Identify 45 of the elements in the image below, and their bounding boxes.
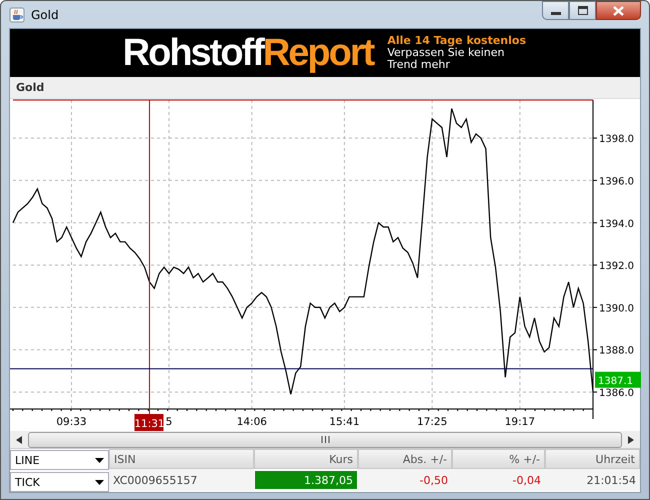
- axis-label: 17:25: [417, 416, 448, 428]
- minimize-button[interactable]: [542, 1, 569, 20]
- axis-label: 1390.0: [599, 303, 634, 314]
- cursor-time-label: 11:31: [134, 414, 165, 431]
- axis-label: 14:06: [236, 416, 267, 428]
- ad-text: Verpassen Sie keinen Trend mehr: [387, 47, 506, 71]
- current-price-label: 1387.1: [595, 372, 641, 388]
- maximize-icon: [578, 6, 588, 15]
- table-cell: XC0009655157: [109, 469, 254, 491]
- brand-logo: RohstoffReport: [122, 34, 374, 72]
- right-arrow-icon: [628, 436, 634, 444]
- axis-label: 1398.0: [599, 134, 634, 146]
- axis-label: 09:33: [56, 416, 87, 428]
- coffee-cup-icon: [9, 6, 25, 22]
- left-arrow-icon: [16, 436, 22, 444]
- axis-label: 1386.0: [599, 388, 634, 400]
- x-tick-label: 11:31: [134, 418, 165, 430]
- table-cell: 21:01:54: [545, 469, 640, 491]
- column-header[interactable]: % +/-: [452, 449, 545, 469]
- dropdown[interactable]: LINE: [10, 450, 109, 470]
- axis-label: 1394.0: [599, 218, 634, 230]
- axis-label: 5: [166, 416, 172, 428]
- close-button[interactable]: [596, 1, 641, 20]
- column-header[interactable]: ISIN: [109, 449, 254, 469]
- dropdown[interactable]: TICK: [10, 472, 109, 492]
- axis-label: 19:17: [504, 416, 536, 428]
- column-header[interactable]: Abs. +/-: [358, 449, 452, 469]
- column-header[interactable]: Kurs: [254, 449, 358, 469]
- column-header[interactable]: Uhrzeit: [545, 449, 640, 469]
- maximize-button[interactable]: [569, 1, 596, 20]
- table-cell: 1.387,05: [255, 471, 357, 489]
- grip-icon: [320, 436, 330, 443]
- axis-label: 1396.0: [599, 176, 634, 188]
- axis-label: 1392.0: [599, 261, 634, 272]
- axis-label: 15:41: [329, 416, 360, 428]
- dropdown-arrow-icon: [95, 480, 104, 484]
- close-icon: [613, 6, 624, 16]
- dropdown-arrow-icon: [95, 458, 104, 462]
- table-cell: -0,04: [452, 469, 545, 491]
- section-title: Gold: [16, 81, 44, 94]
- window-title: Gold: [31, 8, 59, 22]
- ad-headline: Alle 14 Tage kostenlos: [387, 35, 528, 47]
- axis-label: 1388.0: [599, 346, 634, 357]
- table-cell: -0,50: [358, 469, 452, 491]
- ref-line-label: 1387.1: [598, 376, 633, 387]
